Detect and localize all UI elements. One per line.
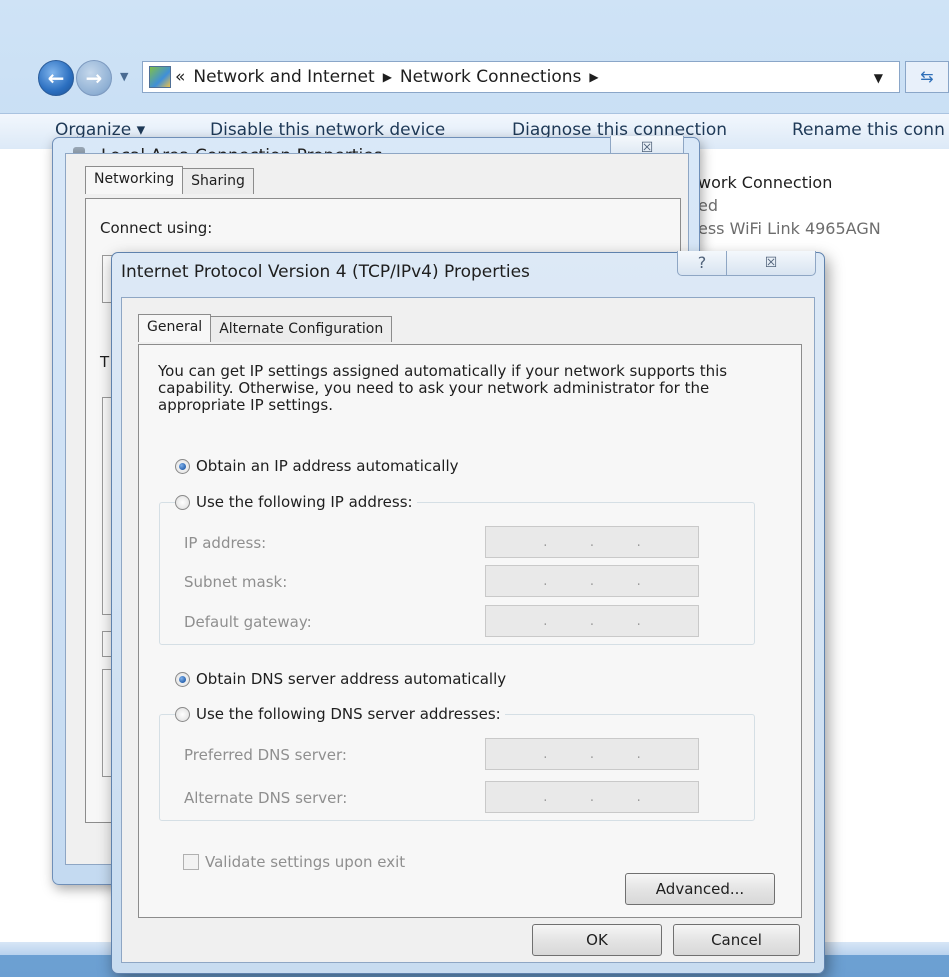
radio-selected-icon	[175, 671, 190, 687]
ip-address-label: IP address:	[184, 534, 267, 552]
breadcrumb-separator-icon[interactable]: ▶	[383, 70, 392, 84]
close-icon: ☒	[764, 255, 778, 271]
refresh-button[interactable]: ⇆	[905, 61, 949, 93]
rename-connection-button[interactable]: Rename this conn	[792, 120, 945, 140]
obtain-dns-auto-label: Obtain DNS server address automatically	[196, 670, 507, 688]
alternate-dns-label: Alternate DNS server:	[184, 789, 348, 807]
tab-strip: General Alternate Configuration	[138, 314, 393, 342]
breadcrumb-network-connections[interactable]: Network Connections	[400, 67, 581, 87]
address-dropdown-icon[interactable]: ▼	[874, 71, 883, 85]
use-following-dns-radio[interactable]: Use the following DNS server addresses:	[175, 705, 505, 723]
intro-text: You can get IP settings assigned automat…	[158, 362, 728, 414]
preferred-dns-label: Preferred DNS server:	[184, 746, 347, 764]
address-bar[interactable]: « Network and Internet ▶ Network Connect…	[142, 61, 900, 93]
ip-address-field: ...	[485, 526, 699, 558]
radio-unselected-icon	[175, 706, 190, 722]
breadcrumb-separator-icon[interactable]: ▶	[589, 70, 598, 84]
tab-general[interactable]: General	[138, 314, 212, 342]
use-following-dns-label: Use the following DNS server addresses:	[196, 705, 501, 723]
ok-button[interactable]: OK	[532, 924, 662, 956]
arrow-left-icon: ←	[47, 66, 65, 90]
forward-button[interactable]: →	[76, 60, 112, 96]
tab-strip: Networking Sharing	[85, 166, 254, 194]
cancel-button[interactable]: Cancel	[673, 924, 800, 956]
default-gateway-label: Default gateway:	[184, 613, 312, 631]
subnet-mask-label: Subnet mask:	[184, 573, 288, 591]
connect-using-label: Connect using:	[100, 219, 213, 237]
address-overflow-chevron[interactable]: «	[175, 67, 185, 87]
connection-status: ed	[698, 196, 718, 215]
subnet-mask-field: ...	[485, 565, 699, 597]
validate-settings-label: Validate settings upon exit	[205, 853, 406, 871]
obtain-ip-auto-label: Obtain an IP address automatically	[196, 457, 459, 475]
help-button[interactable]: ?	[677, 251, 727, 276]
dialog-title: Internet Protocol Version 4 (TCP/IPv4) P…	[121, 262, 530, 282]
tab-sharing[interactable]: Sharing	[182, 168, 254, 194]
obtain-dns-auto-radio[interactable]: Obtain DNS server address automatically	[175, 670, 511, 688]
radio-unselected-icon	[175, 494, 190, 510]
close-button[interactable]: ☒	[726, 251, 816, 276]
advanced-button[interactable]: Advanced...	[625, 873, 775, 905]
radio-selected-icon	[175, 458, 190, 474]
connection-adapter: ess WiFi Link 4965AGN	[698, 219, 881, 238]
general-tab-panel: You can get IP settings assigned automat…	[138, 344, 802, 918]
back-button[interactable]: ←	[38, 60, 74, 96]
breadcrumb-network-and-internet[interactable]: Network and Internet	[193, 67, 374, 87]
dialog-body: General Alternate Configuration You can …	[121, 297, 815, 963]
obtain-ip-auto-radio[interactable]: Obtain an IP address automatically	[175, 457, 463, 475]
arrow-right-icon: →	[85, 66, 103, 90]
checkbox-icon	[183, 854, 199, 870]
use-following-ip-label: Use the following IP address:	[196, 493, 413, 511]
recent-pages-dropdown-icon[interactable]: ▼	[120, 70, 128, 83]
question-icon: ?	[697, 253, 707, 272]
alternate-dns-field: ...	[485, 781, 699, 813]
navigation-bar: ← → ▼ « Network and Internet ▶ Network C…	[0, 58, 949, 98]
tab-networking[interactable]: Networking	[85, 166, 184, 194]
ipv4-properties-dialog: Internet Protocol Version 4 (TCP/IPv4) P…	[111, 251, 825, 974]
refresh-icon: ⇆	[920, 67, 934, 86]
this-connection-label: T	[100, 353, 110, 371]
default-gateway-field: ...	[485, 605, 699, 637]
connection-name: work Connection	[698, 173, 833, 192]
use-following-ip-radio[interactable]: Use the following IP address:	[175, 493, 417, 511]
validate-settings-checkbox: Validate settings upon exit	[183, 853, 405, 871]
tab-alternate-configuration[interactable]: Alternate Configuration	[210, 316, 393, 342]
preferred-dns-field: ...	[485, 738, 699, 770]
network-folder-icon	[149, 66, 171, 88]
